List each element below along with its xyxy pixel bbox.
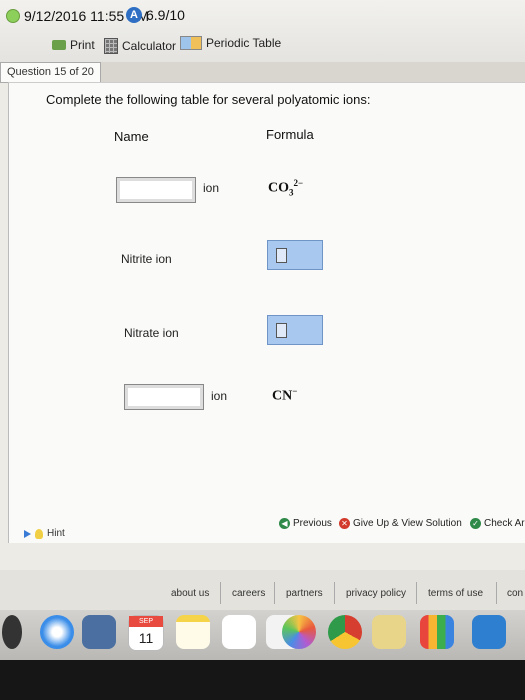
score-badge: A 6.9/10 — [126, 7, 185, 23]
printer-icon — [52, 40, 66, 50]
footer-separator — [496, 582, 497, 604]
footer-link-privacy[interactable]: privacy policy — [346, 588, 406, 599]
launchpad-icon[interactable] — [2, 615, 22, 649]
formula-input-row3[interactable] — [267, 315, 323, 345]
hint-button[interactable]: Hint — [24, 528, 65, 539]
footer-link-partners[interactable]: partners — [286, 588, 323, 599]
periodic-table-icon — [180, 36, 202, 50]
footer-link-terms[interactable]: terms of use — [428, 588, 483, 599]
score-icon: A — [126, 7, 142, 23]
checkmark-icon: ✓ — [470, 518, 481, 529]
column-header-name: Name — [114, 129, 149, 144]
footer-separator — [220, 582, 221, 604]
formula-row1-sup: 2− — [293, 178, 304, 188]
formula-input-row2[interactable] — [267, 240, 323, 270]
tab-question[interactable]: Question 15 of 20 — [0, 62, 101, 82]
give-up-label: Give Up & View Solution — [353, 518, 462, 529]
column-header-formula: Formula — [266, 127, 314, 142]
score-text: 6.9/10 — [146, 7, 185, 23]
input-placeholder-icon — [276, 247, 287, 263]
ion-label-row1: ion — [203, 181, 220, 195]
name-input-row4[interactable] — [124, 384, 204, 410]
periodic-table-label: Periodic Table — [206, 36, 282, 50]
keynote-icon[interactable] — [472, 615, 506, 649]
name-input-row1[interactable] — [116, 177, 196, 203]
check-answer-button[interactable]: ✓ Check Ar — [470, 518, 525, 529]
footer-separator — [416, 582, 417, 604]
lightbulb-icon — [35, 528, 43, 539]
formula-row1-base: CO — [268, 180, 289, 196]
print-button[interactable]: Print — [52, 38, 95, 52]
name-row3: Nitrate ion — [124, 326, 179, 340]
formula-row4-sup: − — [292, 386, 298, 396]
formula-row4-base: CN — [272, 388, 293, 404]
print-label: Print — [70, 38, 95, 52]
formula-row1-sub: 3 — [289, 187, 294, 198]
reminders-icon[interactable] — [222, 615, 256, 649]
previous-label: Previous — [293, 518, 332, 529]
footer-separator — [274, 582, 275, 604]
pages-icon[interactable] — [372, 615, 406, 649]
footer-separator — [334, 582, 335, 604]
numbers-icon[interactable] — [420, 615, 454, 649]
safari-icon[interactable] — [40, 615, 74, 649]
photos-icon[interactable] — [282, 615, 316, 649]
formula-row4: CN− — [272, 386, 297, 405]
calendar-icon[interactable]: SEP 11 — [128, 615, 164, 651]
check-answer-label: Check Ar — [484, 518, 525, 529]
calculator-label: Calculator — [122, 39, 177, 53]
calculator-button[interactable]: Calculator — [104, 38, 176, 54]
question-panel — [8, 82, 525, 543]
close-icon: ✕ — [339, 518, 350, 529]
question-prompt: Complete the following table for several… — [46, 92, 371, 107]
notes-icon[interactable] — [176, 615, 210, 649]
ion-label-row4: ion — [211, 389, 228, 403]
calendar-month: SEP — [129, 616, 163, 627]
footer-link-contact[interactable]: con — [507, 588, 523, 599]
previous-button[interactable]: ◀ Previous — [279, 518, 332, 529]
periodic-table-button[interactable]: Periodic Table — [180, 36, 281, 50]
chrome-icon[interactable] — [328, 615, 362, 649]
clock-icon — [6, 9, 20, 23]
triangle-right-icon — [24, 529, 31, 538]
footer-link-careers[interactable]: careers — [232, 588, 265, 599]
hint-label: Hint — [47, 528, 65, 539]
input-placeholder-icon — [276, 322, 287, 338]
give-up-button[interactable]: ✕ Give Up & View Solution — [339, 518, 462, 529]
calendar-day: 11 — [138, 630, 154, 646]
footer-link-about[interactable]: about us — [171, 588, 209, 599]
preview-icon[interactable] — [82, 615, 116, 649]
arrow-left-icon: ◀ — [279, 518, 290, 529]
formula-row1: CO32− — [268, 178, 303, 197]
calculator-icon — [104, 38, 118, 54]
name-row2: Nitrite ion — [121, 252, 172, 266]
desk-background — [0, 660, 525, 700]
